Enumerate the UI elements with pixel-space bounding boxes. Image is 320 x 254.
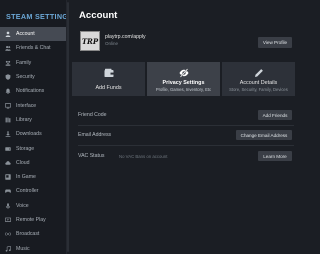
pencil-icon xyxy=(254,68,264,78)
microphone-icon xyxy=(5,203,11,209)
music-icon xyxy=(5,245,11,252)
shield-icon xyxy=(5,74,11,80)
sidebar-item-label: Security xyxy=(16,74,35,81)
change-email-address-button[interactable]: Change Email Address xyxy=(236,130,292,140)
avatar: TRP xyxy=(80,31,100,51)
sidebar-item-notifications[interactable]: Notifications xyxy=(0,84,66,98)
account-panel: Account TRP playtrp.com/apply Online Vie… xyxy=(71,0,300,254)
row-label: Email Address xyxy=(78,132,112,138)
download-icon xyxy=(5,131,11,138)
sidebar-item-cloud[interactable]: Cloud xyxy=(0,156,66,170)
broadcast-icon xyxy=(5,231,11,237)
learn-more-button[interactable]: Learn More xyxy=(258,151,292,161)
sidebar-item-label: Interface xyxy=(16,102,37,109)
sidebar-item-label: Controller xyxy=(16,188,39,195)
card-subtitle: Store, Security, Family, Devices xyxy=(229,87,288,92)
sidebar-item-account[interactable]: Account xyxy=(0,27,66,42)
sidebar-item-downloads[interactable]: Downloads xyxy=(0,127,66,141)
card-title: Privacy Settings xyxy=(162,80,205,86)
card-title: Account Details xyxy=(239,80,278,86)
sidebar-item-label: Notifications xyxy=(16,88,45,95)
sidebar-nav: Account Friends & Chat Family Security N… xyxy=(0,27,66,254)
row-label: VAC Status xyxy=(78,153,105,159)
sidebar-item-label: Music xyxy=(16,245,30,252)
sidebar-item-label: Downloads xyxy=(16,131,42,138)
sidebar-item-label: Broadcast xyxy=(16,231,40,238)
sidebar-item-music[interactable]: Music xyxy=(0,241,66,254)
sidebar-item-label: Friends & Chat xyxy=(16,45,51,52)
sidebar-item-security[interactable]: Security xyxy=(0,70,66,84)
row-label: Friend Code xyxy=(78,112,107,118)
sidebar-item-friends-chat[interactable]: Friends & Chat xyxy=(0,41,66,55)
cloud-icon xyxy=(5,160,11,166)
sidebar-item-label: Storage xyxy=(16,145,35,152)
sidebar-item-controller[interactable]: Controller xyxy=(0,184,66,198)
sidebar-item-broadcast[interactable]: Broadcast xyxy=(0,227,66,241)
sidebar-item-label: In Game xyxy=(16,174,36,181)
sidebar-item-label: Cloud xyxy=(16,159,30,166)
controller-icon xyxy=(5,188,11,194)
storage-icon xyxy=(5,146,11,152)
privacy-settings-card[interactable]: Privacy Settings Profile, Games, Invento… xyxy=(147,62,220,96)
sidebar-item-in-game[interactable]: In Game xyxy=(0,170,66,184)
page-title: Account xyxy=(79,10,118,21)
sidebar-item-voice[interactable]: Voice xyxy=(0,199,66,213)
family-icon xyxy=(5,60,11,66)
friends-icon xyxy=(5,45,11,52)
user-icon xyxy=(5,31,11,38)
card-subtitle: Profile, Games, Inventory, Etc xyxy=(155,87,212,92)
sidebar-item-label: Voice xyxy=(16,202,29,209)
remote-play-icon xyxy=(5,217,11,223)
sidebar-item-label: Remote Play xyxy=(16,217,46,223)
wallet-icon xyxy=(104,68,114,78)
sidebar-title: STEAM SETTINGS xyxy=(6,12,67,21)
add-funds-card[interactable]: Add Funds xyxy=(72,62,145,96)
row-value: No VAC Bans on account xyxy=(119,153,168,159)
view-profile-button[interactable]: View Profile xyxy=(258,37,292,48)
sidebar-item-label: Library xyxy=(16,116,32,123)
library-icon xyxy=(5,117,11,123)
add-friends-button[interactable]: Add Friends xyxy=(258,110,292,120)
eye-slash-icon xyxy=(179,68,189,78)
sidebar-item-family[interactable]: Family xyxy=(0,56,66,70)
sidebar-item-library[interactable]: Library xyxy=(0,113,66,127)
sidebar-item-label: Account xyxy=(16,31,35,38)
bell-icon xyxy=(5,88,11,95)
settings-sidebar: STEAM SETTINGS Account Friends & Chat Fa… xyxy=(0,0,67,254)
profile-name: playtrp.com/apply xyxy=(105,34,146,40)
row-divider xyxy=(78,145,294,146)
in-game-icon xyxy=(5,174,11,180)
card-title: Add Funds xyxy=(95,85,122,91)
sidebar-item-remote-play[interactable]: Remote Play xyxy=(0,213,66,227)
profile-status: Online xyxy=(105,41,119,46)
account-details-card[interactable]: Account Details Store, Security, Family,… xyxy=(222,62,295,96)
sidebar-item-storage[interactable]: Storage xyxy=(0,141,66,155)
sidebar-item-interface[interactable]: Interface xyxy=(0,98,66,112)
monitor-icon xyxy=(5,102,11,109)
sidebar-item-label: Family xyxy=(16,59,32,66)
sidebar-scrollbar-thumb[interactable] xyxy=(67,2,69,252)
